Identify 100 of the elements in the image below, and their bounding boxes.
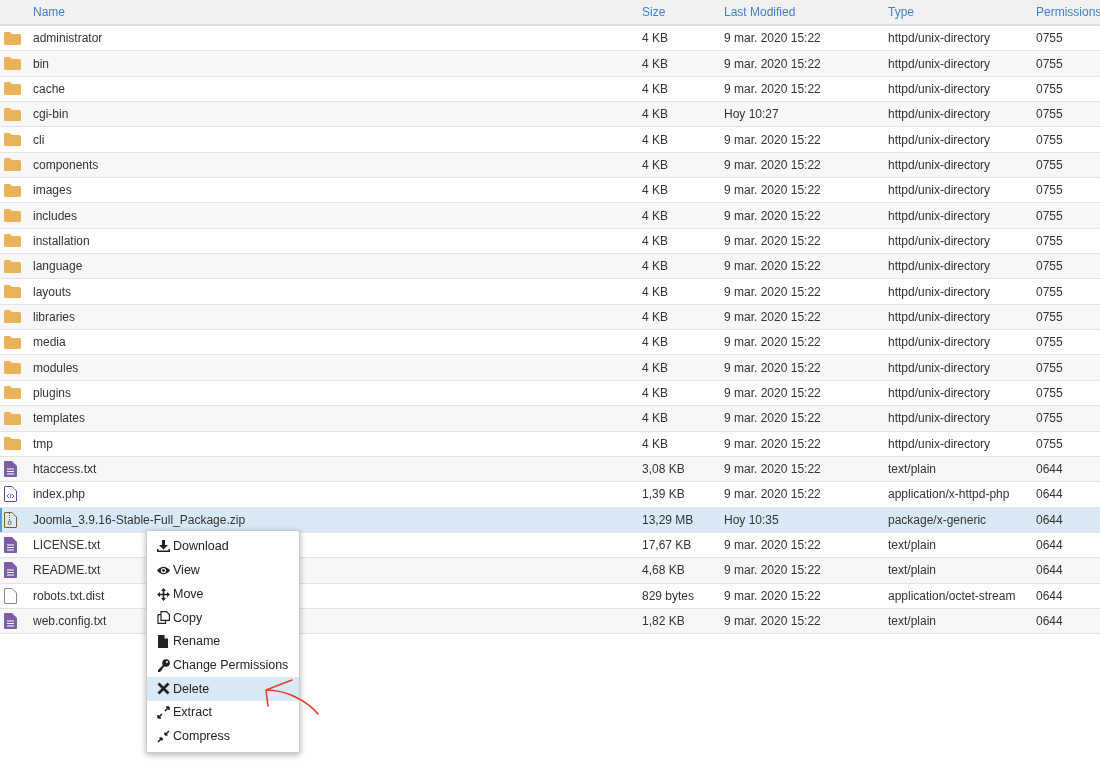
permissions-column-header[interactable]: Permissions [1036, 3, 1100, 21]
modified-date: 9 mar. 2020 15:22 [724, 156, 821, 174]
file-size: 4 KB [642, 308, 668, 326]
file-size: 4 KB [642, 385, 668, 402]
file-size: 4 KB [642, 258, 668, 276]
move-icon [157, 587, 170, 601]
file-name: Joomla_3.9.16-Stable-Full_Package.zip [33, 511, 246, 529]
menu-item[interactable]: Compress [147, 724, 299, 749]
file-name: robots.txt.dist [33, 587, 105, 605]
file-size: 829 bytes [642, 587, 695, 605]
file-name: administrator [33, 30, 103, 48]
permissions-value: 0755 [1036, 156, 1063, 174]
text-file-icon [4, 613, 17, 630]
file-row[interactable]: includes 4 KB 9 mar. 2020 15:22 httpd/unix-directory 0755 [0, 203, 1100, 229]
permissions-value: 0644 [1036, 461, 1063, 478]
file-row[interactable]: components 4 KB 9 mar. 2020 15:22 httpd/unix-directory 0755 [0, 152, 1100, 179]
file-size: 4 KB [642, 207, 668, 225]
file-row[interactable]: bin 4 KB 9 mar. 2020 15:22 httpd/unix-directory 0755 [0, 51, 1100, 77]
file-row[interactable]: modules 4 KB 9 mar. 2020 15:22 httpd/unix-directory 0755 [0, 355, 1100, 381]
file-size: 4 KB [642, 232, 668, 250]
folder-icon [4, 411, 21, 425]
permissions-value: 0755 [1036, 385, 1063, 402]
modified-date: 9 mar. 2020 15:22 [724, 232, 821, 250]
mime-type: text/plain [888, 461, 937, 478]
file-name: web.config.txt [33, 613, 107, 631]
permissions-value: 0755 [1036, 80, 1063, 98]
text-file-icon [4, 461, 17, 477]
file-size: 4 KB [642, 334, 668, 352]
mime-type: httpd/unix-directory [888, 55, 991, 73]
compress-arrows-icon [157, 729, 170, 743]
type-column-header[interactable]: Type [888, 3, 914, 21]
file-size: 4 KB [642, 435, 668, 453]
folder-icon [4, 183, 21, 197]
archive-file-icon [4, 511, 17, 528]
file-name: media [33, 334, 66, 352]
file-name: cli [33, 131, 45, 149]
file-row[interactable]: templates 4 KB 9 mar. 2020 15:22 httpd/unix-directory 0755 [0, 406, 1100, 432]
close-icon [157, 682, 170, 696]
file-size: 4 KB [642, 30, 668, 48]
folder-icon [4, 285, 21, 299]
mime-type: httpd/unix-directory [888, 182, 991, 200]
folder-icon [4, 437, 21, 451]
file-name: libraries [33, 308, 75, 326]
menu-item[interactable]: Download [147, 535, 299, 559]
file-name: bin [33, 55, 49, 73]
file-row[interactable]: libraries 4 KB 9 mar. 2020 15:22 httpd/unix-directory 0755 [0, 304, 1100, 331]
permissions-value: 0755 [1036, 55, 1063, 73]
folder-icon [4, 335, 21, 349]
modified-date: 9 mar. 2020 15:22 [724, 359, 821, 377]
file-name: plugins [33, 385, 72, 402]
menu-item[interactable]: View [147, 558, 299, 583]
file-icon [4, 587, 17, 604]
mime-type: httpd/unix-directory [888, 106, 991, 124]
folder-icon [4, 209, 21, 223]
file-name: components [33, 156, 99, 174]
mime-type: httpd/unix-directory [888, 334, 991, 352]
menu-item[interactable]: Change Permissions [147, 653, 299, 678]
file-size: 1,39 KB [642, 486, 685, 504]
file-icon [157, 635, 170, 649]
mime-type: httpd/unix-directory [888, 156, 991, 174]
file-row[interactable]: language 4 KB 9 mar. 2020 15:22 httpd/unix-directory 0755 [0, 254, 1100, 280]
mime-type: httpd/unix-directory [888, 410, 991, 428]
file-size: 4 KB [642, 55, 668, 73]
mime-type: text/plain [888, 562, 937, 580]
modified-date: 9 mar. 2020 15:22 [724, 613, 821, 631]
modified-date: 9 mar. 2020 15:22 [724, 30, 821, 48]
menu-item[interactable]: Extract [147, 700, 299, 725]
file-row[interactable]: Joomla_3.9.16-Stable-Full_Package.zip 13,29 MB Hoy 10:35 package/x-generic 0644 [0, 507, 1100, 533]
file-size: 4 KB [642, 156, 668, 174]
modified-column-header[interactable]: Last Modified [724, 3, 796, 21]
permissions-value: 0644 [1036, 486, 1063, 504]
permissions-value: 0755 [1036, 410, 1063, 428]
mime-type: package/x-generic [888, 511, 987, 529]
mime-type: httpd/unix-directory [888, 30, 991, 48]
code-file-icon [4, 486, 17, 503]
modified-date: 9 mar. 2020 15:22 [724, 537, 821, 555]
file-name: tmp [33, 435, 53, 453]
menu-item[interactable]: Move [147, 582, 299, 607]
file-name: README.txt [33, 562, 101, 580]
mime-type: httpd/unix-directory [888, 283, 991, 301]
folder-icon [4, 57, 21, 70]
folder-icon [4, 107, 21, 121]
menu-item[interactable]: Copy [147, 606, 299, 630]
modified-date: 9 mar. 2020 15:22 [724, 283, 821, 301]
menu-item[interactable]: Delete [147, 677, 299, 701]
folder-icon [4, 158, 21, 172]
file-row[interactable]: cgi-bin 4 KB Hoy 10:27 httpd/unix-directory 0755 [0, 102, 1100, 128]
size-column-header[interactable]: Size [642, 3, 666, 21]
file-row[interactable]: htaccess.txt 3,08 KB 9 mar. 2020 15:22 text/plain 0644 [0, 456, 1100, 483]
modified-date: Hoy 10:35 [724, 511, 779, 529]
modified-date: 9 mar. 2020 15:22 [724, 461, 821, 478]
file-size: 4 KB [642, 182, 668, 200]
text-file-icon [4, 537, 17, 554]
permissions-value: 0755 [1036, 182, 1063, 200]
mime-type: httpd/unix-directory [888, 80, 991, 98]
key-icon [157, 658, 170, 672]
permissions-value: 0755 [1036, 207, 1063, 225]
name-column-header[interactable]: Name [33, 3, 65, 21]
folder-icon [4, 82, 21, 96]
modified-date: 9 mar. 2020 15:22 [724, 385, 821, 402]
